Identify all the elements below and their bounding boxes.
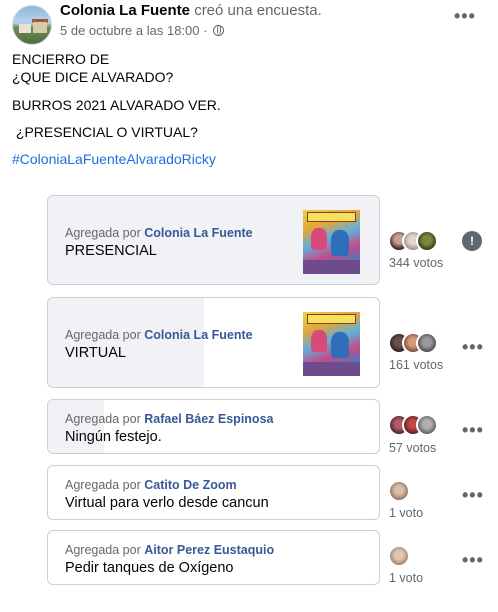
added-by-line: Agregada por Colonia La Fuente xyxy=(65,328,253,342)
option-label: Virtual para verlo desde cancun xyxy=(65,495,269,511)
poster-title-band xyxy=(307,314,356,324)
option-author-link[interactable]: Colonia La Fuente xyxy=(144,328,252,342)
option-author-link[interactable]: Colonia La Fuente xyxy=(144,226,252,240)
voter-avatar xyxy=(388,480,410,502)
poll-option[interactable]: Agregada por Colonia La Fuente PRESENCIA… xyxy=(47,195,380,285)
vote-count[interactable]: 1 voto xyxy=(389,506,423,520)
vote-count[interactable]: 57 votos xyxy=(389,441,436,455)
hashtag-link[interactable]: #ColoniaLaFuenteAlvaradoRicky xyxy=(12,151,216,167)
added-by-line: Agregada por Colonia La Fuente xyxy=(65,226,253,240)
voter-avatar xyxy=(416,414,438,436)
info-icon[interactable]: ! xyxy=(462,231,482,251)
vote-share-bar xyxy=(48,400,105,453)
more-options-icon[interactable]: ••• xyxy=(462,338,484,356)
option-image[interactable] xyxy=(303,312,360,376)
added-by-prefix: Agregada por xyxy=(65,478,141,492)
more-options-icon[interactable]: ••• xyxy=(462,486,484,504)
added-by-line: Agregada por Rafael Báez Espinosa xyxy=(65,412,273,426)
added-by-prefix: Agregada por xyxy=(65,226,141,240)
more-options-icon[interactable]: ••• xyxy=(462,421,484,439)
avatar-building xyxy=(19,24,31,33)
post-timestamp[interactable]: 5 de octubre a las 18:00 · xyxy=(60,23,207,38)
vote-count[interactable]: 1 voto xyxy=(389,571,423,585)
option-label: Pedir tanques de Oxígeno xyxy=(65,560,234,576)
option-label: PRESENCIAL xyxy=(65,243,157,259)
poll-option[interactable]: Agregada por Aitor Perez Eustaquio Pedir… xyxy=(47,530,380,585)
vote-count[interactable]: 344 votos xyxy=(389,256,443,270)
added-by-line: Agregada por Catito De Zoom xyxy=(65,478,237,492)
poster-ground xyxy=(303,260,360,274)
added-by-prefix: Agregada por xyxy=(65,543,141,557)
option-image[interactable] xyxy=(303,210,360,274)
post-author-line: Colonia La Fuente creó una encuesta. xyxy=(60,2,322,19)
added-by-prefix: Agregada por xyxy=(65,328,141,342)
option-author-link[interactable]: Aitor Perez Eustaquio xyxy=(144,543,274,557)
added-by-line: Agregada por Aitor Perez Eustaquio xyxy=(65,543,274,557)
poster-figure xyxy=(331,332,349,358)
post-text-line: ¿PRESENCIAL O VIRTUAL? xyxy=(12,124,198,140)
poster-figure xyxy=(311,330,327,352)
poster-figure xyxy=(311,228,327,250)
poster-ground xyxy=(303,362,360,376)
page-name-link[interactable]: Colonia La Fuente xyxy=(60,2,190,19)
poster-title-band xyxy=(307,212,356,222)
post-text-line: BURROS 2021 ALVARADO VER. xyxy=(12,97,221,113)
added-by-prefix: Agregada por xyxy=(65,412,141,426)
poll-option[interactable]: Agregada por Colonia La Fuente VIRTUAL xyxy=(47,297,380,388)
vote-share-bar xyxy=(48,298,204,387)
post-action-text: creó una encuesta. xyxy=(194,2,322,19)
option-author-link[interactable]: Catito De Zoom xyxy=(144,478,236,492)
post-text-line: ¿QUE DICE ALVARADO? xyxy=(12,69,174,85)
poster-figure xyxy=(331,230,349,256)
page-avatar[interactable] xyxy=(12,5,52,45)
post-timestamp-line: 5 de octubre a las 18:00 · xyxy=(60,23,225,38)
globe-icon xyxy=(213,25,225,36)
option-label: Ningún festejo. xyxy=(65,429,162,445)
poll-option[interactable]: Agregada por Catito De Zoom Virtual para… xyxy=(47,465,380,520)
voter-avatar xyxy=(388,545,410,567)
voter-avatar xyxy=(416,230,438,252)
poll-option[interactable]: Agregada por Rafael Báez Espinosa Ningún… xyxy=(47,399,380,454)
post-text-line: ENCIERRO DE xyxy=(12,51,110,67)
avatar-building xyxy=(33,22,47,33)
voter-avatar xyxy=(416,332,438,354)
option-author-link[interactable]: Rafael Báez Espinosa xyxy=(144,412,273,426)
vote-count[interactable]: 161 votos xyxy=(389,358,443,372)
more-options-icon[interactable]: ••• xyxy=(462,551,484,569)
more-options-icon[interactable]: ••• xyxy=(454,7,476,25)
option-label: VIRTUAL xyxy=(65,345,126,361)
